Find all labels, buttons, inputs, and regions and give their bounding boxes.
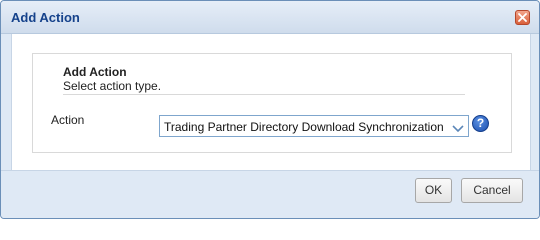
action-type-selected-value: Trading Partner Directory Download Synch… bbox=[164, 120, 444, 134]
action-label: Action bbox=[51, 113, 85, 127]
dialog-body: Add Action Select action type. Action Tr… bbox=[11, 34, 531, 170]
add-action-dialog: Add Action Add Action Select action type… bbox=[0, 0, 540, 219]
chevron-down-icon[interactable] bbox=[452, 121, 464, 139]
panel-subtitle: Select action type. bbox=[63, 79, 162, 93]
panel-title: Add Action bbox=[63, 65, 127, 79]
dialog-titlebar[interactable]: Add Action bbox=[1, 1, 539, 34]
help-icon[interactable]: ? bbox=[472, 115, 489, 132]
close-icon bbox=[518, 13, 527, 22]
action-type-select[interactable]: Trading Partner Directory Download Synch… bbox=[159, 115, 469, 137]
ok-button[interactable]: OK bbox=[415, 178, 452, 203]
panel-header: Add Action Select action type. bbox=[63, 65, 161, 93]
action-panel: Add Action Select action type. Action Tr… bbox=[32, 53, 512, 153]
dialog-title: Add Action bbox=[11, 10, 80, 25]
dialog-footer: OK Cancel bbox=[1, 170, 539, 218]
panel-divider bbox=[63, 94, 465, 95]
cancel-button[interactable]: Cancel bbox=[461, 178, 523, 203]
close-button[interactable] bbox=[515, 10, 530, 25]
